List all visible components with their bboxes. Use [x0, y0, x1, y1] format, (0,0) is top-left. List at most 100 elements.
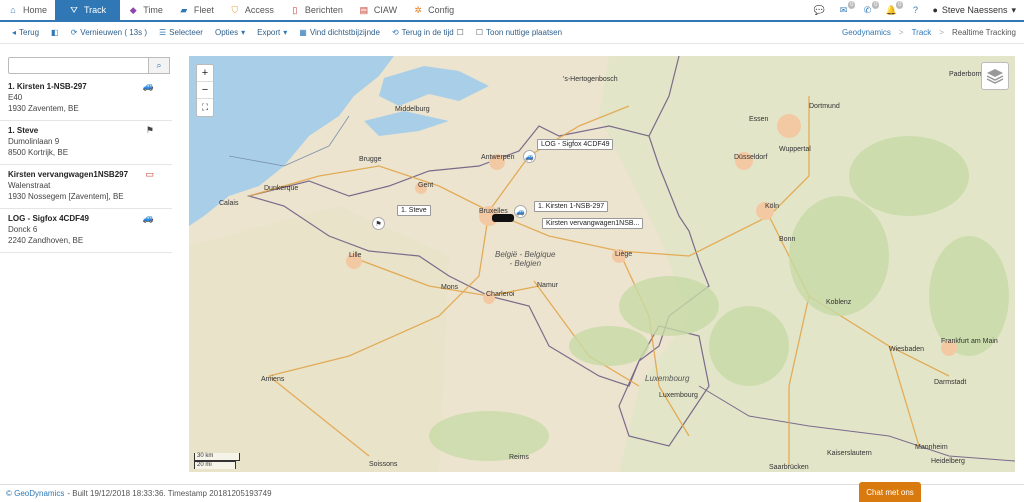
nav-config[interactable]: ✲ Config	[405, 0, 462, 20]
map-place-label: Heidelberg	[931, 458, 965, 465]
car-icon: 🚙	[142, 81, 154, 91]
chevron-left-icon: ◂	[12, 28, 17, 37]
home-icon: ⌂	[10, 5, 16, 15]
layers-button[interactable]	[981, 62, 1009, 90]
map-marker-steve[interactable]: ⚑	[372, 217, 385, 230]
map-place-label: Wuppertal	[779, 146, 811, 153]
map-vehicle-tag[interactable]: Kirsten vervangwagen1NSB...	[542, 218, 644, 229]
select-button[interactable]: ☰ Selecteer	[153, 28, 209, 37]
useful-places-toggle[interactable]: ☐ Toon nuttige plaatsen	[470, 28, 568, 37]
shield-icon: ⛉	[231, 4, 239, 15]
nav-ciaw[interactable]: ▤ CIAW	[351, 0, 405, 20]
map-vehicle-tag[interactable]: LOG - Sigfox 4CDF49	[537, 139, 614, 150]
truck-icon: ▰	[180, 4, 188, 15]
road-icon: ⛛	[70, 4, 78, 15]
nav-access[interactable]: ⛉ Access	[222, 0, 282, 20]
toggle-sidebar-button[interactable]: ◧	[45, 28, 65, 37]
options-dropdown[interactable]: Opties ▾	[209, 28, 251, 37]
breadcrumb-track[interactable]: Track	[912, 28, 932, 37]
map-place-label: Namur	[537, 282, 559, 289]
map-place-label: Dunkerque	[264, 185, 299, 192]
map-place-label: Paderborn	[949, 71, 982, 78]
nav-right: 💬 ✉ 0 ✆ 0 🔔 0 ? ● Steve Naessens ▾	[812, 0, 1024, 20]
map-place-label: Dortmund	[809, 103, 840, 110]
map-place-label: Calais	[219, 200, 239, 207]
back-button[interactable]: ◂ Terug	[6, 28, 45, 37]
car-icon: 🚙	[142, 213, 154, 223]
nav-berichten[interactable]: ▯ Berichten	[282, 0, 351, 20]
search-icon: ⌕	[156, 60, 162, 70]
toolbar: ◂ Terug ◧ ⟳ Vernieuwen ( 13s ) ☰ Selecteer …	[0, 22, 1024, 44]
map-place-label: Mons	[441, 284, 459, 291]
messages-icon[interactable]: ✉ 0	[836, 1, 856, 17]
map-view[interactable]: 's-Hertogenbosch Paderborn Middelburg Dortm…	[189, 56, 1015, 472]
nav-time[interactable]: ◆ Time	[120, 0, 171, 20]
list-item[interactable]: LOG - Sigfox 4CDF49 Donck 6 2240 Zandhov…	[0, 209, 172, 253]
footer-build: - Built 19/12/2018 18:33:36. Timestamp 2…	[67, 489, 272, 498]
zoom-control: + − ⛶	[196, 64, 214, 117]
map-place-label: Köln	[765, 203, 780, 210]
list-item[interactable]: 1. Steve Dumolinlaan 9 8500 Kortrijk, BE…	[0, 121, 172, 165]
flag-icon: ⚑	[145, 125, 154, 135]
nearest-button[interactable]: ▦ Vind dichtstbijzijnde	[293, 28, 386, 37]
map-place-label: Frankfurt am Main	[941, 338, 998, 345]
map-place-label: Luxembourg	[659, 392, 698, 399]
map-place-label: Middelburg	[395, 106, 430, 113]
vehicle-list: 1. Kirsten 1-NSB-297 E40 1930 Zaventem, …	[0, 77, 172, 253]
breadcrumb-geodynamics[interactable]: Geodynamics	[842, 28, 891, 37]
country-label-luxembourg: Luxembourg	[645, 374, 690, 383]
breadcrumb-separator: >	[898, 28, 904, 37]
zoom-out-button[interactable]: −	[197, 82, 213, 99]
caret-down-icon: ▾	[1011, 4, 1016, 15]
map-place-label: Bonn	[779, 236, 796, 243]
footer-link[interactable]: © GeoDynamics	[6, 489, 64, 498]
map-place-label: Reims	[509, 454, 529, 461]
search-button[interactable]: ⌕	[149, 57, 170, 74]
map-place-label: Saarbrücken	[769, 464, 809, 471]
map-marker-sigfox[interactable]: 🚙	[523, 150, 536, 163]
breadcrumb-separator: >	[939, 28, 944, 37]
map-marker-kirsten[interactable]: 🚙	[514, 205, 527, 218]
user-menu[interactable]: ● Steve Naessens ▾	[932, 5, 1016, 16]
map-place-label: Lille	[349, 252, 362, 259]
map-place-label: Liège	[615, 251, 633, 258]
zoom-in-button[interactable]: +	[197, 65, 213, 82]
nav-fleet[interactable]: ▰ Fleet	[171, 0, 222, 20]
map-place-label: Gent	[418, 182, 434, 189]
sidebar-icon: ◧	[51, 28, 59, 37]
nav-track[interactable]: ⛛ Track	[55, 0, 121, 20]
map-place-label: Mannheim	[915, 444, 948, 451]
map-vehicle-tag[interactable]: 1. Kirsten 1-NSB-297	[534, 201, 609, 212]
refresh-button[interactable]: ⟳ Vernieuwen ( 13s )	[65, 28, 153, 37]
map-place-label: Charleroi	[486, 291, 515, 298]
chat-button[interactable]: Chat met ons	[859, 482, 921, 502]
search-input[interactable]	[8, 57, 149, 74]
checkbox-icon: ☐	[456, 28, 464, 37]
map-vehicle-tag[interactable]: 1. Steve	[397, 205, 431, 216]
map-place-label: 's-Hertogenbosch	[563, 76, 618, 83]
map-place-label: Brugge	[359, 156, 382, 163]
car-marker-icon[interactable]	[492, 214, 514, 222]
vehicle-sidebar: ⌕ 1. Kirsten 1-NSB-297 E40 1930 Zaventem…	[0, 52, 176, 478]
country-label-belgium: België - Belgique - Belgien	[495, 250, 556, 268]
export-dropdown[interactable]: Export ▾	[251, 28, 293, 37]
fullscreen-button[interactable]: ⛶	[197, 99, 213, 116]
comments-icon[interactable]: ✆ 0	[860, 1, 880, 17]
caret-down-icon: ▾	[241, 28, 246, 37]
battery-icon: ▭	[145, 169, 154, 179]
help-icon[interactable]: ?	[908, 3, 922, 17]
map-place-label: Kaiserslautern	[827, 450, 872, 457]
breadcrumb-current: Realtime Tracking	[951, 28, 1016, 37]
list-item[interactable]: Kirsten vervangwagen1NSB297 Walenstraat …	[0, 165, 172, 209]
map-place-label: Amiens	[261, 376, 285, 383]
top-navbar: ⌂ Home ⛛ Track ◆ Time ▰ Fleet ⛉ Access ▯ Beric…	[0, 0, 1024, 22]
phone-icon: ▯	[292, 4, 298, 15]
map-base	[189, 56, 1015, 472]
map-scale: 30 km 20 mi	[194, 453, 240, 469]
nav-home[interactable]: ⌂ Home	[0, 0, 55, 20]
list-item[interactable]: 1. Kirsten 1-NSB-297 E40 1930 Zaventem, …	[0, 77, 172, 121]
back-in-time-toggle[interactable]: ⟲ Terug in de tijd ☐	[386, 28, 470, 37]
checkbox-icon: ☐	[475, 28, 484, 37]
bell-icon[interactable]: 🔔 0	[884, 1, 904, 17]
chat-icon[interactable]: 💬	[812, 3, 826, 17]
